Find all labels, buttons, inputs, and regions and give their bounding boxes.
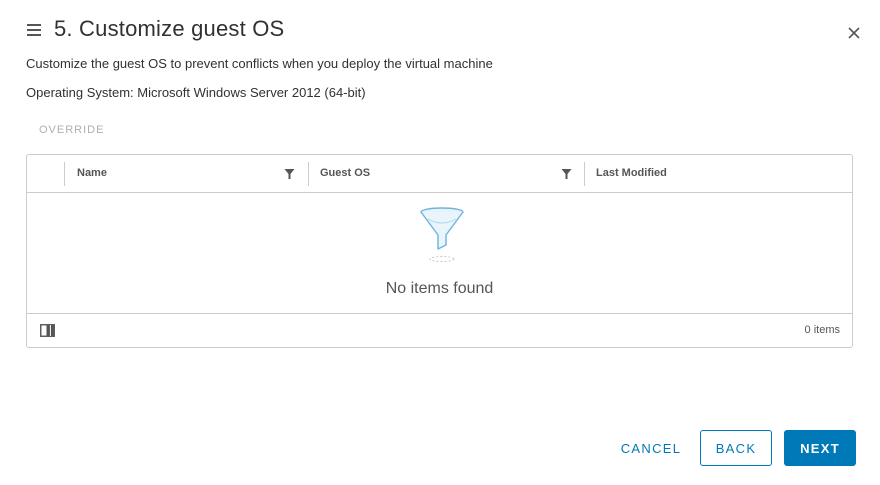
cancel-button[interactable]: CANCEL (610, 430, 692, 466)
item-count: 0 items (804, 324, 840, 336)
column-separator (584, 162, 585, 186)
column-header-guest-os[interactable]: Guest OS (320, 167, 370, 179)
grid-footer: 0 items (27, 313, 852, 348)
empty-state-message: No items found (385, 280, 494, 297)
column-toggle-icon[interactable] (40, 324, 55, 337)
column-header-name[interactable]: Name (77, 167, 107, 179)
column-header-last-modified[interactable]: Last Modified (596, 167, 667, 179)
grid-header: Name Guest OS Last Modified (27, 155, 852, 193)
page-title: 5. Customize guest OS (54, 16, 285, 41)
hamburger-menu-icon[interactable] (27, 24, 41, 36)
column-separator (308, 162, 309, 186)
step-description: Customize the guest OS to prevent confli… (26, 56, 493, 71)
operating-system-label: Operating System: Microsoft Windows Serv… (26, 85, 366, 100)
guest-os-filter-icon[interactable] (561, 168, 572, 180)
customization-spec-grid: Name Guest OS Last Modified No items fou… (26, 154, 853, 348)
next-button[interactable]: NEXT (784, 430, 856, 466)
override-button[interactable]: OVERRIDE (39, 124, 104, 136)
close-icon[interactable] (846, 25, 862, 41)
column-separator (64, 162, 65, 186)
name-filter-icon[interactable] (284, 168, 295, 180)
back-button[interactable]: BACK (700, 430, 772, 466)
funnel-empty-icon (420, 207, 464, 262)
